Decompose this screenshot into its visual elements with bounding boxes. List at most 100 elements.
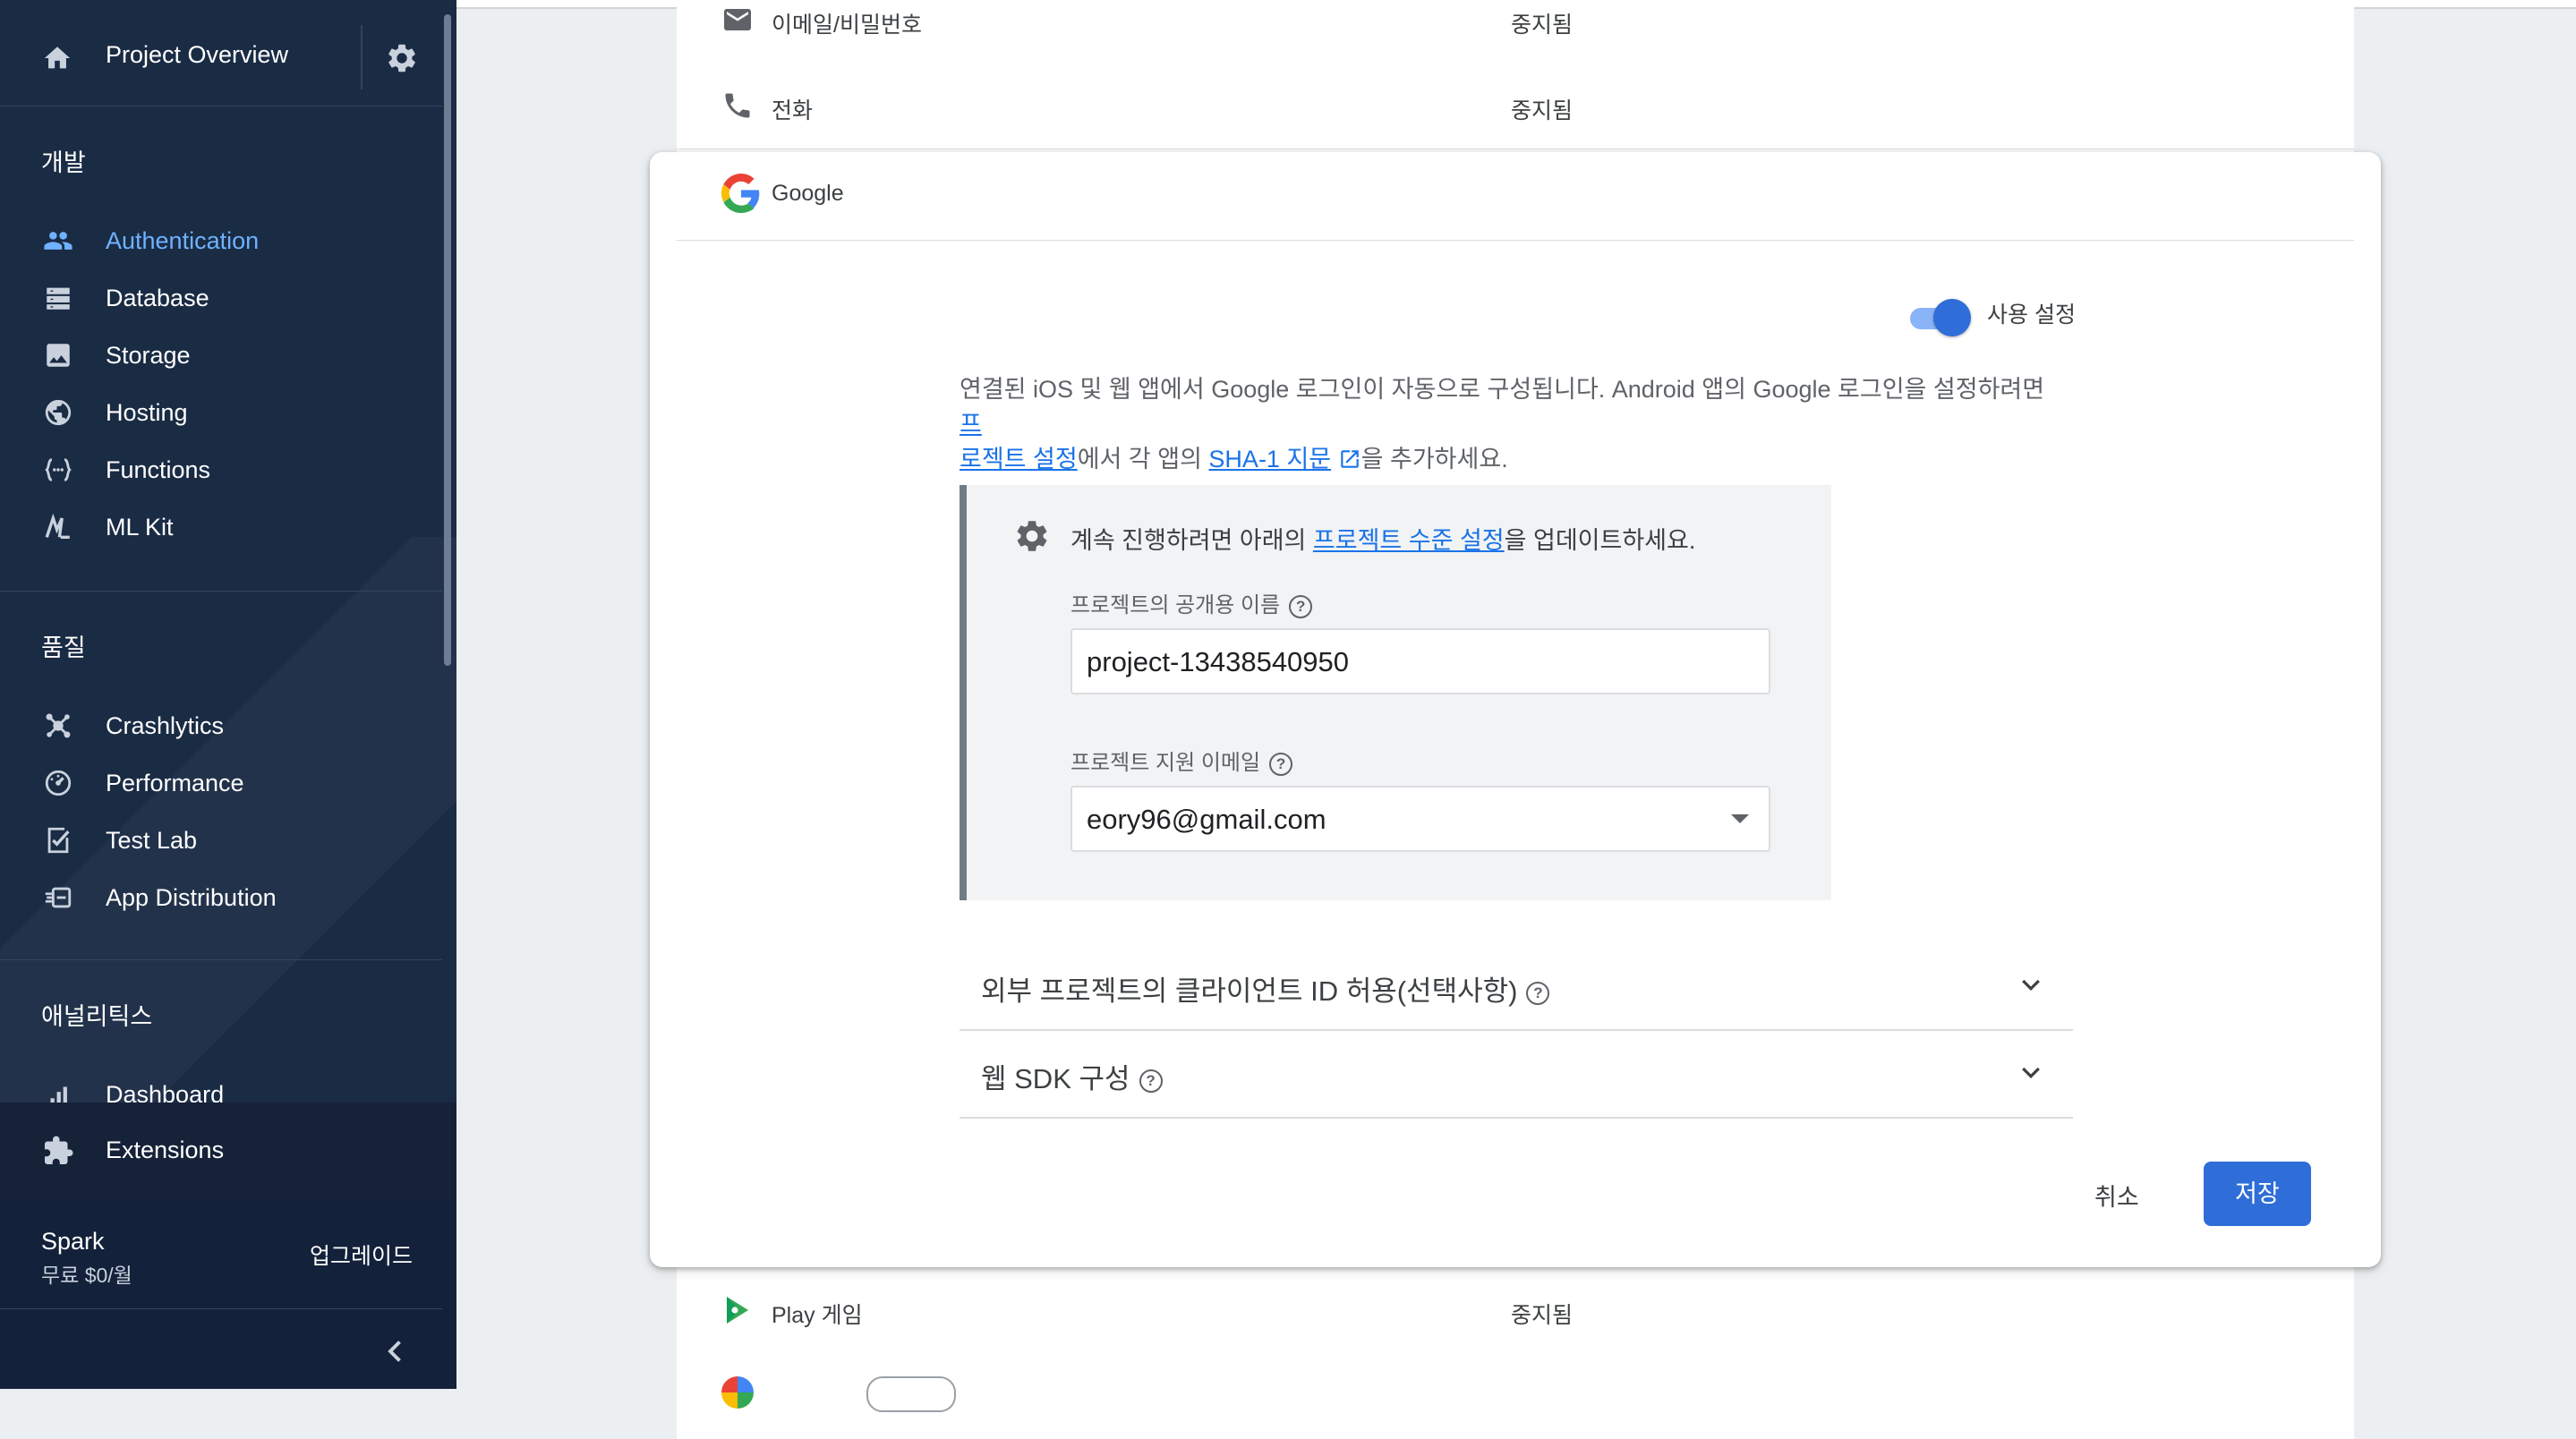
provider-row-play-games[interactable]: Play 게임 중지됨 — [677, 1267, 2354, 1354]
storage-icon — [47, 344, 70, 367]
cancel-button[interactable]: 취소 — [2094, 1178, 2139, 1213]
provider-title: Google — [772, 181, 844, 206]
functions-icon — [45, 458, 72, 481]
notice-pre: 계속 진행하려면 아래의 — [1070, 527, 1313, 554]
sidebar-item-label: App Distribution — [106, 884, 277, 911]
footer-divider — [0, 1308, 442, 1309]
sidebar-item-label: Database — [106, 285, 209, 311]
description-text: 을 추가하세요. — [1361, 446, 1508, 473]
open-in-new-icon[interactable] — [1338, 447, 1361, 471]
provider-status: 중지됨 — [1511, 13, 1574, 38]
google-logo-icon — [721, 174, 760, 213]
sidebar-item-ml-kit[interactable]: ML Kit — [0, 501, 442, 551]
project-settings-notice: 계속 진행하려면 아래의 프로젝트 수준 설정을 업데이트하세요. 프로젝트의 … — [960, 485, 1831, 900]
sidebar-item-performance[interactable]: Performance — [0, 757, 442, 807]
chevron-left-icon[interactable] — [380, 1335, 412, 1367]
expander-label-text: 외부 프로젝트의 클라이언트 ID 허용(선택사항) — [981, 975, 1518, 1007]
sidebar-item-storage[interactable]: Storage — [0, 329, 442, 379]
phone-icon — [725, 93, 750, 118]
home-icon[interactable] — [41, 43, 73, 73]
test-lab-icon — [47, 827, 70, 854]
crashlytics-icon — [46, 713, 71, 738]
provider-badge — [866, 1376, 956, 1412]
sidebar-item-crashlytics[interactable]: Crashlytics — [0, 700, 442, 750]
performance-icon — [45, 770, 72, 796]
sidebar-item-label: Crashlytics — [106, 712, 225, 739]
project-settings-link[interactable]: 로젝트 설정 — [960, 446, 1078, 473]
sidebar-item-database[interactable]: Database — [0, 272, 442, 322]
sidebar-footer: Spark 무료 $0/월 업그레이드 — [0, 1201, 456, 1389]
web-sdk-config-expander[interactable]: 웹 SDK 구성? — [960, 1029, 2073, 1119]
provider-row-phone[interactable]: 전화 중지됨 — [677, 63, 2354, 149]
provider-row-email[interactable]: 이메일/비밀번호 중지됨 — [677, 0, 2354, 64]
provider-status: 중지됨 — [1511, 1303, 1574, 1328]
sidebar-item-label: Extensions — [106, 1137, 225, 1163]
google-provider-card: Google 사용 설정 연결된 iOS 및 웹 앱에서 Google 로그인이… — [650, 152, 2381, 1267]
help-icon[interactable]: ? — [1289, 594, 1313, 618]
project-settings-link[interactable]: 프 — [960, 411, 982, 438]
expander-label: 웹 SDK 구성? — [981, 1056, 1163, 1096]
help-icon[interactable]: ? — [1139, 1069, 1163, 1093]
plan-name: Spark — [41, 1228, 105, 1255]
chevron-down-icon — [2022, 979, 2040, 992]
card-header: Google — [677, 152, 2354, 241]
app-distribution-icon — [45, 887, 72, 908]
help-icon[interactable]: ? — [1269, 752, 1293, 776]
notice-post: 을 업데이트하세요. — [1504, 527, 1696, 554]
support-email-select[interactable]: eory96@gmail.com — [1070, 786, 1770, 852]
mail-icon — [724, 9, 751, 30]
sidebar-divider — [0, 959, 442, 960]
people-icon — [44, 232, 73, 250]
provider-name: 전화 — [772, 98, 814, 123]
provider-name: 이메일/비밀번호 — [772, 13, 922, 38]
provider-icon — [721, 1376, 754, 1409]
project-overview-link[interactable]: Project Overview — [106, 41, 288, 69]
enable-toggle[interactable] — [1906, 297, 1971, 336]
provider-row-partial — [677, 1353, 2354, 1439]
sidebar-divider — [0, 591, 442, 592]
support-email-value: eory96@gmail.com — [1087, 804, 1326, 835]
description: 연결된 iOS 및 웹 앱에서 Google 로그인이 자동으로 구성됩니다. … — [960, 372, 2060, 477]
sidebar-item-hosting[interactable]: Hosting — [0, 387, 442, 437]
public-name-label: 프로젝트의 공개용 이름? — [1070, 587, 1313, 618]
gear-icon[interactable] — [385, 41, 419, 75]
public-name-label-text: 프로젝트의 공개용 이름 — [1070, 593, 1281, 617]
sidebar-item-functions[interactable]: Functions — [0, 444, 442, 494]
support-email-label: 프로젝트 지원 이메일? — [1070, 745, 1293, 776]
sidebar-item-label: Authentication — [106, 227, 260, 254]
puzzle-icon — [45, 1136, 73, 1164]
sidebar-scrollbar[interactable] — [444, 14, 451, 666]
chevron-down-icon — [2022, 1067, 2040, 1079]
project-level-settings-link[interactable]: 프로젝트 수준 설정 — [1313, 527, 1505, 554]
help-icon[interactable]: ? — [1526, 981, 1550, 1005]
toggle-knob — [1933, 299, 1971, 336]
gear-icon — [1017, 521, 1047, 551]
sidebar-item-label: Test Lab — [106, 827, 198, 854]
play-games-icon — [727, 1297, 748, 1324]
sidebar-item-test-lab[interactable]: Test Lab — [0, 814, 442, 864]
upgrade-button[interactable]: 업그레이드 — [310, 1239, 413, 1271]
notice-text: 계속 진행하려면 아래의 프로젝트 수준 설정을 업데이트하세요. — [1070, 521, 1695, 556]
sidebar-item-app-distribution[interactable]: App Distribution — [0, 872, 442, 922]
section-analytics: 애널리틱스 — [41, 1003, 153, 1030]
allow-client-ids-expander[interactable]: 외부 프로젝트의 클라이언트 ID 허용(선택사항)? — [960, 941, 2073, 1031]
sha1-link[interactable]: SHA-1 지문 — [1208, 446, 1331, 473]
sidebar-item-label: Performance — [106, 770, 244, 796]
public-name-input[interactable]: project-13438540950 — [1070, 628, 1770, 694]
sidebar-item-extensions[interactable]: Extensions — [0, 1103, 456, 1201]
section-quality: 품질 — [41, 634, 86, 661]
header-divider — [361, 25, 363, 89]
sidebar-item-authentication[interactable]: Authentication — [0, 215, 442, 265]
sidebar-item-label: Storage — [106, 342, 191, 369]
sidebar-item-label: ML Kit — [106, 514, 174, 541]
sidebar: Project Overview 개발 Authentication Datab… — [0, 0, 456, 1389]
sidebar-header: Project Overview — [0, 0, 442, 106]
provider-status: 중지됨 — [1511, 98, 1574, 123]
section-develop: 개발 — [41, 149, 86, 176]
description-text: 에서 각 앱의 — [1077, 446, 1209, 473]
provider-name: Play 게임 — [772, 1303, 863, 1328]
expander-label-text: 웹 SDK 구성 — [981, 1063, 1130, 1094]
save-button[interactable]: 저장 — [2204, 1162, 2311, 1226]
database-icon — [47, 287, 70, 310]
sidebar-item-dashboard[interactable]: Dashboard — [0, 1069, 442, 1104]
